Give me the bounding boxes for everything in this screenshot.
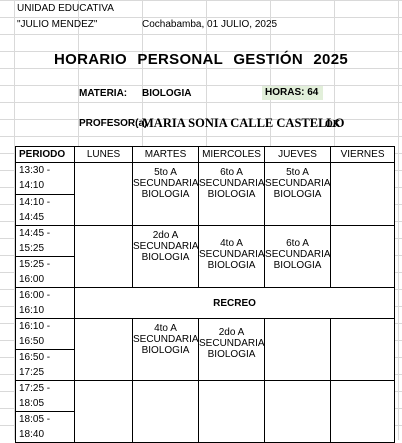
- table-row: 13:30 - 14:10 5to A SECUNDARIA BIOLOGIA …: [15, 162, 396, 226]
- class-cell-jueves: 6to A SECUNDARIA BIOLOGIA: [264, 225, 332, 288]
- time-slot: 16:00 - 16:10: [15, 287, 75, 319]
- time-slot: 17:25 - 18:05: [15, 380, 75, 412]
- profesor-label: PROFESOR(a): [79, 118, 148, 129]
- recreo-cell: RECREO: [73, 287, 396, 319]
- table-row: 16:00 - 16:10 RECREO: [15, 287, 396, 319]
- schedule-table: PERIODO LUNES MARTES MIERCOLES JUEVES VI…: [15, 146, 396, 443]
- cell-jueves: [264, 318, 332, 381]
- cell-viernes: [330, 318, 396, 381]
- class-cell-martes: 5to A SECUNDARIA BIOLOGIA: [131, 162, 200, 226]
- header-row: PERIODO LUNES MARTES MIERCOLES JUEVES VI…: [15, 146, 396, 163]
- time-slot: 13:30 - 14:10: [15, 162, 75, 195]
- table-row: 14:45 - 15:25 2do A SECUNDARIA BIOLOGIA …: [15, 225, 396, 288]
- table-row: 17:25 - 18:05: [15, 380, 396, 443]
- time-slot: 16:10 - 16:50: [15, 318, 75, 350]
- table-row: 16:10 - 16:50 4to A SECUNDARIA BIOLOGIA …: [15, 318, 396, 381]
- header-jueves: JUEVES: [264, 146, 332, 163]
- time-slot: 14:45 - 15:25: [15, 225, 75, 257]
- profesor-name: MARIA SONIA CALLE CASTELLO: [142, 116, 345, 130]
- horas-value: 64: [307, 87, 319, 98]
- time-slot: 15:25 - 16:00: [15, 256, 75, 288]
- cell-lunes: [74, 162, 133, 226]
- cell-lunes: [74, 380, 133, 443]
- horas-box: HORAS: 64: [262, 86, 323, 100]
- header-martes: MARTES: [131, 146, 200, 163]
- cell-miercoles: [198, 380, 266, 443]
- cell-jueves: [264, 380, 332, 443]
- header-lunes: LUNES: [74, 146, 133, 163]
- header-viernes: VIERNES: [330, 146, 396, 163]
- class-cell-miercoles: 4to A SECUNDARIA BIOLOGIA: [198, 225, 266, 288]
- header-miercoles: MIERCOLES: [198, 146, 266, 163]
- school-name: "JULIO MENDEZ": [17, 19, 98, 30]
- place-date: Cochabamba, 01 JULIO, 2025: [142, 19, 278, 30]
- profesor-ok-mark: OK: [325, 119, 341, 130]
- cell-lunes: [74, 318, 133, 381]
- cell-martes: [131, 380, 200, 443]
- cell-viernes: [330, 225, 396, 288]
- materia-label: MATERIA:: [79, 88, 128, 99]
- class-cell-miercoles: 2do A SECUNDARIA BIOLOGIA: [198, 318, 266, 381]
- time-slot: 16:50 - 17:25: [15, 349, 75, 381]
- time-slot: 18:05 - 18:40: [15, 411, 75, 443]
- class-cell-martes: 2do A SECUNDARIA BIOLOGIA: [131, 225, 200, 288]
- cell-viernes: [330, 380, 396, 443]
- header-periodo: PERIODO: [15, 146, 75, 163]
- horas-label: HORAS:: [265, 87, 305, 98]
- time-slot: 14:10 - 14:45: [15, 194, 75, 226]
- cell-viernes: [330, 162, 396, 226]
- cell-lunes: [74, 225, 133, 288]
- page-title: HORARIO PERSONAL GESTIÓN 2025: [54, 51, 348, 68]
- materia-value: BIOLOGIA: [142, 88, 192, 99]
- class-cell-jueves: 5to A SECUNDARIA BIOLOGIA: [264, 162, 332, 226]
- class-cell-miercoles: 6to A SECUNDARIA BIOLOGIA: [198, 162, 266, 226]
- class-cell-martes: 4to A SECUNDARIA BIOLOGIA: [131, 318, 200, 381]
- school-label: UNIDAD EDUCATIVA: [17, 3, 114, 14]
